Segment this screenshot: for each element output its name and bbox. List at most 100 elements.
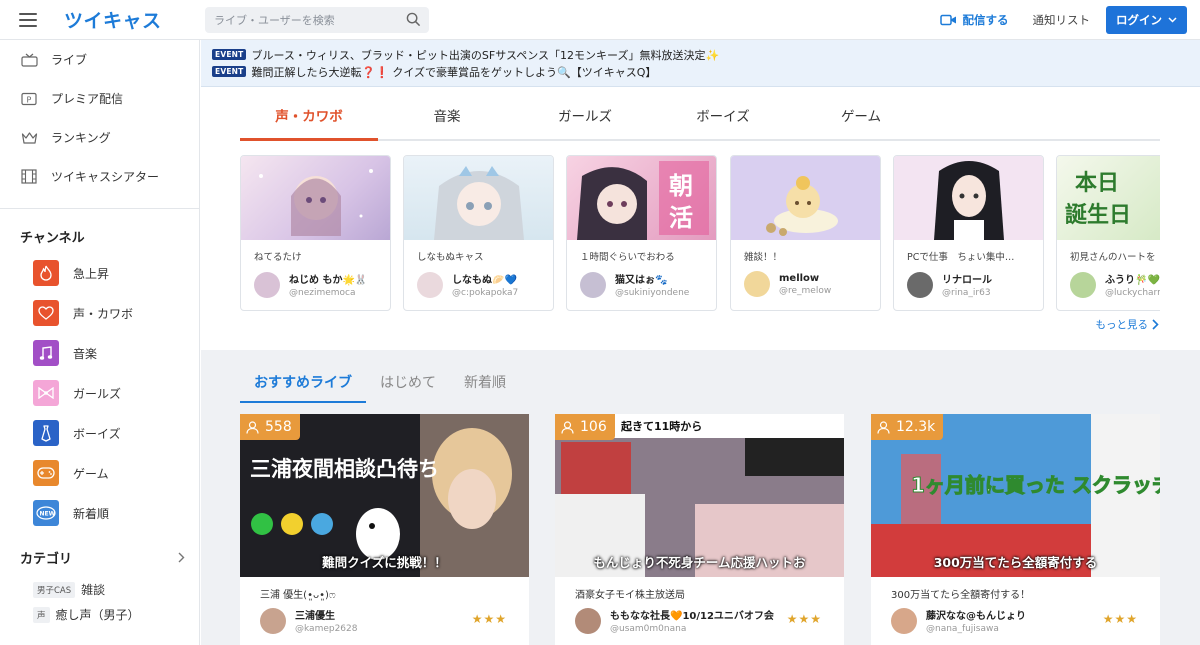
- stream-card[interactable]: 本日 誕生日 初見さんのハートを ふうり🎋💚 @luckycharm: [1056, 155, 1160, 311]
- stream-card[interactable]: しなもぬキャス しなもぬ🥟💙 @c:pokapoka7: [403, 155, 554, 311]
- stream-thumbnail: 朝活: [567, 156, 716, 240]
- user-name: ももなな社長🧡10/12ユニバオフ会: [610, 611, 774, 622]
- chevron-right-icon: [178, 552, 185, 562]
- tab-voice[interactable]: 声・カワボ: [240, 97, 378, 141]
- category-item[interactable]: 声 癒し声（男子）: [33, 602, 199, 627]
- live-thumbnail: 起きて11時から 106 もんじょり不死身チーム応援ハットお: [555, 414, 844, 577]
- live-icon: [20, 52, 38, 68]
- avatar: [1070, 271, 1096, 298]
- chibi-character-thumbnail-art: [766, 176, 838, 236]
- channel-voice[interactable]: 声・カワボ: [0, 293, 199, 333]
- stream-thumbnail: [731, 156, 880, 240]
- svg-text:誕生日: 誕生日: [1065, 202, 1131, 228]
- anime-girl-thumbnail-art: [934, 161, 1004, 240]
- live-card[interactable]: 1ヶ月前に買った スクラッチを当てるよ！ 12.3k 300万当てたら全額寄付す…: [871, 414, 1160, 645]
- sidebar-item-ranking[interactable]: ランキング: [0, 118, 199, 157]
- stream-card[interactable]: ねてるたけ ねじめ もか🌟🐰 @nezimemoca: [240, 155, 391, 311]
- stream-card[interactable]: PCで仕事 ちょい集中… リナロール @rina_ir63: [893, 155, 1044, 311]
- channel-boys[interactable]: ボーイズ: [0, 413, 199, 453]
- channel-label: 声・カワボ: [73, 306, 134, 321]
- chevron-right-icon: [1152, 319, 1159, 330]
- user-name: ねじめ もか🌟🐰: [289, 275, 368, 286]
- channel-new[interactable]: NEW 新着順: [0, 493, 199, 533]
- hamburger-menu-icon[interactable]: [19, 12, 37, 27]
- crown-icon: [20, 130, 38, 146]
- film-icon: [20, 169, 38, 185]
- live-headline: 起きて11時から: [620, 419, 702, 433]
- live-caption: 難問クイズに挑戦！！: [322, 555, 447, 570]
- stream-title: １時間ぐらいでおわる: [580, 252, 675, 263]
- sidebar-divider: [0, 208, 199, 209]
- search-input[interactable]: [205, 13, 395, 27]
- event-text: 難問正解したら大逆転❓❗ クイズで豪華賞品をゲットしよう🔍【ツイキャスQ】: [251, 65, 657, 79]
- broadcast-label: 配信する: [962, 13, 1009, 27]
- sidebar: ライブ P プレミア配信 ランキング ツイキャスシアター チャンネル 急上昇 声…: [0, 40, 200, 645]
- viewer-count-badge: 106: [555, 414, 615, 440]
- user-name: 藤沢なな@もんじょり: [926, 611, 1026, 622]
- login-button[interactable]: ログイン: [1106, 6, 1187, 34]
- stream-thumbnail: [241, 156, 390, 240]
- category-section-title[interactable]: カテゴリ: [0, 547, 199, 567]
- sidebar-item-label: ライブ: [51, 53, 88, 67]
- live-card[interactable]: 起きて11時から 106 もんじょり不死身チーム応援ハットお 酒豪女子モイ株主放…: [555, 414, 844, 645]
- rating-stars: ★★★: [1102, 612, 1138, 626]
- sidebar-item-live[interactable]: ライブ: [0, 40, 199, 79]
- stream-user: 猫又はぉ🐾 @sukiniyondene: [567, 264, 716, 298]
- flame-icon: [33, 260, 59, 286]
- search-icon[interactable]: [406, 12, 421, 27]
- twitcasting-logo[interactable]: ツイキャス: [64, 6, 162, 33]
- channel-label: ボーイズ: [73, 426, 121, 441]
- sidebar-item-premier[interactable]: P プレミア配信: [0, 79, 199, 118]
- viewer-count: 558: [265, 419, 292, 435]
- tab-girls[interactable]: ガールズ: [516, 97, 654, 139]
- tab-recommended[interactable]: おすすめライブ: [240, 368, 366, 403]
- tab-boys[interactable]: ボーイズ: [654, 97, 792, 139]
- channel-section-title: チャンネル: [20, 230, 85, 246]
- stream-card[interactable]: 雑談！！ mellow @re_melow: [730, 155, 881, 311]
- live-user: 三浦優生 @kamep2628 ★★★: [240, 602, 529, 634]
- live-user: 藤沢なな@もんじょり @nana_fujisawa ★★★: [871, 602, 1160, 634]
- category-tabs: 声・カワボ 音楽 ガールズ ボーイズ ゲーム: [240, 97, 1160, 141]
- stream-thumbnail: [404, 156, 553, 240]
- live-caption: 300万当てたら全額寄付する: [933, 555, 1098, 570]
- avatar: [907, 271, 933, 298]
- channel-label: ガールズ: [73, 386, 122, 401]
- svg-text:P: P: [27, 95, 32, 104]
- user-name: しなもぬ🥟💙: [452, 275, 517, 286]
- category-tag: 男子CAS: [33, 581, 76, 598]
- see-more-link[interactable]: もっと見る: [1096, 317, 1160, 332]
- user-id: @usam0m0nana: [610, 624, 687, 634]
- user-id: @c:pokapoka7: [452, 288, 519, 298]
- viewer-count-badge: 12.3k: [871, 414, 944, 440]
- tab-game[interactable]: ゲーム: [792, 97, 930, 139]
- live-caption: もんじょり不死身チーム応援ハットお: [593, 555, 806, 570]
- live-headline: 三浦夜間相談凸待ち: [250, 457, 439, 481]
- live-card[interactable]: 三浦夜間相談凸待ち 558 難問クイズに挑戦！！ 三浦 優生(•͈ᴗ•͈)ෆ 三…: [240, 414, 529, 645]
- svg-text:NEW: NEW: [40, 511, 56, 518]
- channel-game[interactable]: ゲーム: [0, 453, 199, 493]
- user-id: @luckycharm: [1105, 288, 1160, 298]
- stream-user: しなもぬ🥟💙 @c:pokapoka7: [404, 264, 553, 298]
- user-id: @nezimemoca: [289, 288, 356, 298]
- tab-first-time[interactable]: はじめて: [366, 368, 450, 401]
- user-name: ふうり🎋💚: [1105, 275, 1160, 286]
- sidebar-item-theater[interactable]: ツイキャスシアター: [0, 157, 199, 196]
- event-item[interactable]: EVENT ブルース・ウィリス、ブラッド・ピット出演のSFサスペンス「12モンキ…: [212, 46, 1200, 63]
- stream-title: 初見さんのハートを: [1070, 252, 1156, 263]
- broadcast-button[interactable]: 配信する: [939, 12, 1009, 28]
- stream-card[interactable]: 朝活 １時間ぐらいでおわる 猫又はぉ🐾 @sukiniyondene: [566, 155, 717, 311]
- channel-music[interactable]: 音楽: [0, 333, 199, 373]
- stream-user: ねじめ もか🌟🐰 @nezimemoca: [241, 264, 390, 298]
- channel-trending[interactable]: 急上昇: [0, 253, 199, 293]
- search-box[interactable]: [205, 7, 429, 33]
- category-item[interactable]: 男子CAS 雑談: [33, 577, 199, 602]
- live-thumbnail: 1ヶ月前に買った スクラッチを当てるよ！ 12.3k 300万当てたら全額寄付す…: [871, 414, 1160, 577]
- event-item[interactable]: EVENT 難問正解したら大逆転❓❗ クイズで豪華賞品をゲットしよう🔍【ツイキャ…: [212, 63, 1200, 80]
- stream-carousel: ねてるたけ ねじめ もか🌟🐰 @nezimemoca しなもぬキャス しなもぬ🥟💙…: [240, 155, 1160, 312]
- svg-text:朝: 朝: [669, 172, 693, 200]
- tab-music[interactable]: 音楽: [378, 97, 516, 139]
- channel-girls[interactable]: ガールズ: [0, 373, 199, 413]
- tab-newest[interactable]: 新着順: [450, 368, 520, 401]
- live-filter-tabs: おすすめライブ はじめて 新着順: [240, 368, 520, 403]
- notification-list-link[interactable]: 通知リスト: [1033, 12, 1091, 28]
